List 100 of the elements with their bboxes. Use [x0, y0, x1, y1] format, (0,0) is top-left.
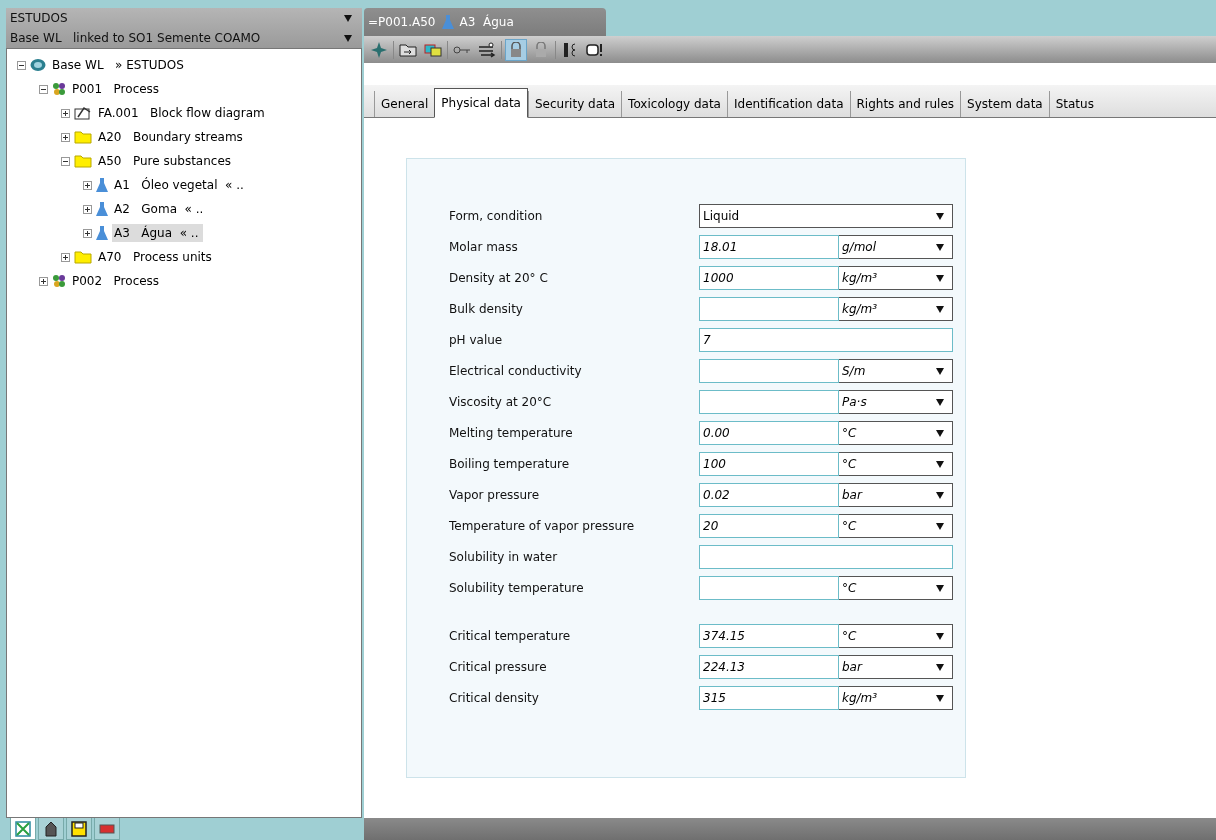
input-field[interactable]: 18.01: [699, 235, 839, 259]
unit-dropdown[interactable]: Pa·s: [839, 390, 953, 414]
tab-title: A3 Água: [459, 15, 514, 29]
field-label: Temperature of vapor pressure: [449, 519, 636, 533]
screens-icon: [424, 41, 442, 58]
panel-tab[interactable]: [66, 818, 92, 840]
tab[interactable]: Toxicology data: [621, 91, 727, 117]
input-field[interactable]: [699, 390, 839, 414]
tree-item[interactable]: A3 Água « ..: [112, 224, 203, 242]
tree-item[interactable]: A2 Goma « ..: [112, 200, 208, 218]
field-label: Bulk density: [449, 302, 524, 316]
unit-dropdown[interactable]: °C: [839, 421, 953, 445]
unit-dropdown[interactable]: °C: [839, 514, 953, 538]
caret-icon: [936, 274, 944, 282]
tab[interactable]: Security data: [527, 91, 622, 117]
field-label: Density at 20° C: [449, 271, 549, 285]
input-field[interactable]: 374.15: [699, 624, 839, 648]
expand-icon[interactable]: [83, 204, 92, 214]
field-label: Boiling temperature: [449, 457, 571, 471]
dropdown[interactable]: Base WL linked to SO1 Semente COAMO: [6, 28, 362, 48]
card-icon: [99, 823, 115, 834]
flask-icon: [96, 225, 108, 241]
caret-icon: [344, 14, 352, 22]
tab[interactable]: Status: [1048, 91, 1100, 117]
folder-icon: [74, 250, 92, 264]
dropdown[interactable]: ESTUDOS: [6, 8, 362, 28]
expand-icon[interactable]: [39, 276, 48, 286]
input-field[interactable]: [699, 576, 839, 600]
field-label: pH value: [449, 333, 504, 347]
field-label: Electrical conductivity: [449, 364, 583, 378]
input-field[interactable]: [699, 545, 953, 569]
tree-item[interactable]: A20 Boundary streams: [96, 128, 247, 146]
tab[interactable]: Rights and rules: [849, 91, 961, 117]
input-field[interactable]: 20: [699, 514, 839, 538]
input-field[interactable]: [699, 359, 839, 383]
unit-dropdown[interactable]: g/mol: [839, 235, 953, 259]
caret-icon: [936, 584, 944, 592]
input-field[interactable]: 315: [699, 686, 839, 710]
collapse-icon[interactable]: [39, 84, 48, 94]
tree-item[interactable]: Base WL » ESTUDOS: [50, 56, 188, 74]
database-alert-icon: [586, 41, 604, 58]
expand-icon[interactable]: [61, 132, 70, 142]
flask-icon: [96, 177, 108, 193]
caret-icon: [936, 460, 944, 468]
folder-icon: [74, 154, 92, 168]
input-field[interactable]: 7: [699, 328, 953, 352]
dropdown[interactable]: Liquid: [699, 204, 953, 228]
field-label: Form, condition: [449, 209, 544, 223]
tab[interactable]: Identification data: [727, 91, 850, 117]
diagram-icon: [74, 106, 92, 120]
field-label: Melting temperature: [449, 426, 574, 440]
caret-icon: [936, 398, 944, 406]
input-field[interactable]: 0.02: [699, 483, 839, 507]
collapse-icon[interactable]: [61, 156, 70, 166]
input-field[interactable]: [699, 297, 839, 321]
unit-dropdown[interactable]: kg/m³: [839, 297, 953, 321]
document-tab[interactable]: =P001.A50 A3 Água: [364, 8, 606, 36]
lock-icon: [534, 41, 548, 58]
unit-dropdown[interactable]: °C: [839, 452, 953, 476]
input-field[interactable]: 1000: [699, 266, 839, 290]
flask-icon: [441, 14, 454, 30]
lock-icon: [509, 41, 523, 58]
flask-icon: [96, 201, 108, 217]
tree-item[interactable]: A50 Pure substances: [96, 152, 236, 170]
unit-dropdown[interactable]: bar: [839, 655, 953, 679]
globe-icon: [30, 58, 46, 72]
field-label: Solubility in water: [449, 550, 559, 564]
unit-dropdown[interactable]: °C: [839, 624, 953, 648]
caret-icon: [936, 663, 944, 671]
unit-dropdown[interactable]: kg/m³: [839, 266, 953, 290]
unit-dropdown[interactable]: °C: [839, 576, 953, 600]
transfer-icon: [478, 41, 496, 58]
expand-icon[interactable]: [61, 252, 70, 262]
expand-icon[interactable]: [83, 180, 92, 190]
panel-tab[interactable]: [38, 818, 64, 840]
tree-item[interactable]: P002 Process: [70, 272, 164, 290]
tab[interactable]: Physical data: [434, 88, 528, 118]
caret-icon: [936, 632, 944, 640]
tree-item[interactable]: FA.001 Block flow diagram: [96, 104, 269, 122]
expand-icon[interactable]: [61, 108, 70, 118]
input-field[interactable]: 224.13: [699, 655, 839, 679]
tab-path: =P001.A50: [368, 15, 436, 29]
caret-icon: [936, 491, 944, 499]
input-field[interactable]: 0.00: [699, 421, 839, 445]
unit-dropdown[interactable]: kg/m³: [839, 686, 953, 710]
unit-dropdown[interactable]: bar: [839, 483, 953, 507]
caret-icon: [344, 34, 352, 42]
caret-icon: [936, 429, 944, 437]
tab[interactable]: System data: [960, 91, 1049, 117]
columns-icon: [563, 41, 577, 58]
input-field[interactable]: 100: [699, 452, 839, 476]
collapse-icon[interactable]: [17, 60, 26, 70]
caret-icon: [936, 694, 944, 702]
tree-item[interactable]: A70 Process units: [96, 248, 216, 266]
tree-item[interactable]: P001 Process: [70, 80, 164, 98]
process-icon: [52, 274, 66, 288]
unit-dropdown[interactable]: S/m: [839, 359, 953, 383]
star-icon: [371, 41, 387, 58]
tree-item[interactable]: A1 Óleo vegetal « ..: [112, 176, 248, 194]
expand-icon[interactable]: [83, 228, 92, 238]
